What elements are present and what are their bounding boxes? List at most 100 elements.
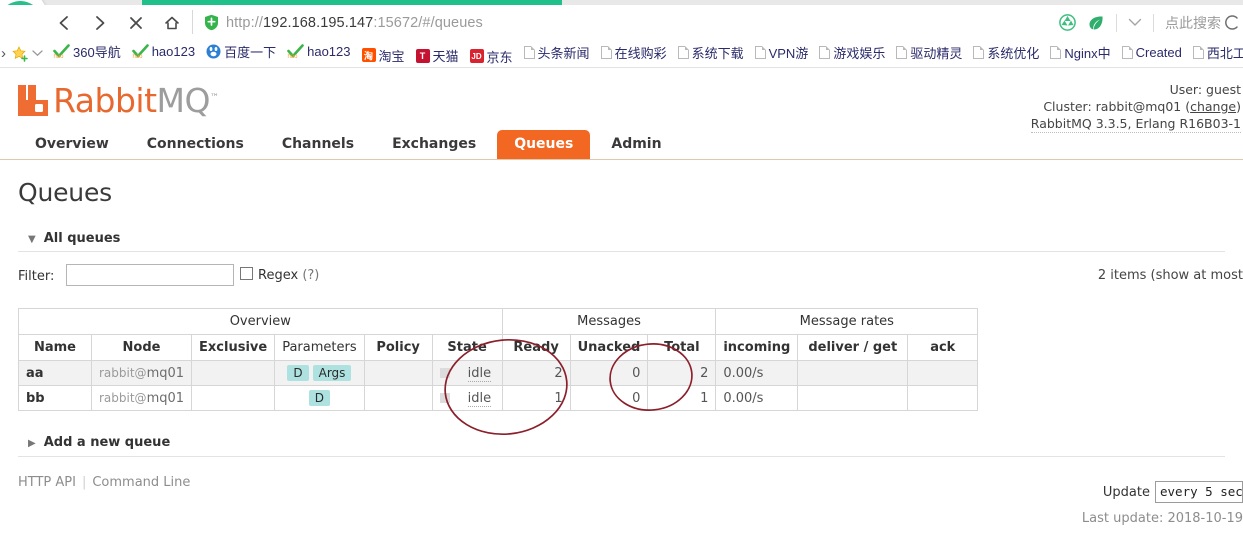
bookmark-item[interactable]: VPN游 [754, 43, 808, 62]
footer-separator: | [81, 475, 87, 490]
bookmark-label: 360导航 [73, 44, 121, 60]
column-header-name[interactable]: Name [18, 334, 92, 361]
add-bookmark-star-icon[interactable] [12, 45, 28, 62]
queue-parameters-cell: D [274, 385, 365, 411]
tab-overview[interactable]: Overview [18, 130, 126, 159]
screenshot-shutter-icon[interactable] [1059, 14, 1076, 31]
column-header-incoming[interactable]: incoming [715, 334, 799, 361]
table-row[interactable]: aa rabbit@mq01 D Args idle 2 0 2 0.00/s [18, 360, 979, 386]
search-go-icon[interactable] [1221, 14, 1243, 31]
bookmark-item[interactable]: 系统优化 [973, 43, 1039, 62]
bookmark-item[interactable]: hao hao123 [131, 44, 195, 59]
back-arrow-icon[interactable] [50, 9, 78, 37]
column-header-exclusive[interactable]: Exclusive [191, 334, 276, 361]
regex-help-icon[interactable]: (?) [302, 268, 319, 283]
queue-ack-cell [907, 360, 979, 386]
bookmark-item[interactable]: 百度一下 [206, 42, 276, 61]
parameter-badge[interactable]: D [308, 390, 331, 406]
change-cluster-link[interactable]: change [1190, 99, 1236, 114]
column-header-deliver-get[interactable]: deliver / get [797, 334, 909, 361]
column-header-parameters[interactable]: Parameters [274, 334, 365, 361]
state-text: idle [467, 390, 492, 407]
doc-icon [677, 45, 689, 59]
green-leaf-icon[interactable] [1087, 14, 1105, 32]
cluster-line: Cluster: rabbit@mq01 (change) [1031, 98, 1241, 115]
add-new-queue-section[interactable]: ▶ Add a new queue [18, 431, 1225, 457]
chevron-down-icon[interactable] [1128, 16, 1142, 30]
overflow-arrow-icon[interactable]: › [1, 45, 6, 62]
queues-table-body: aa rabbit@mq01 D Args idle 2 0 2 0.00/s bb rabbit@… [18, 360, 979, 411]
queue-name-link[interactable]: aa [26, 366, 44, 381]
bookmark-item[interactable]: 头条新闻 [523, 43, 590, 62]
browser-chrome: http://192.168.195.147:15672/#/queues 点此… [0, 0, 1243, 68]
bookmark-item[interactable]: 淘淘宝 [361, 46, 405, 65]
bookmark-item[interactable]: 在线购彩 [600, 43, 667, 62]
doc-icon [523, 45, 535, 59]
forward-arrow-icon[interactable] [86, 9, 114, 37]
queue-ack-cell [907, 385, 979, 411]
bookmark-item[interactable]: 驱动精灵 [896, 43, 962, 62]
bookmark-item[interactable]: Created [1121, 45, 1182, 60]
column-header-policy[interactable]: Policy [363, 334, 433, 361]
home-icon[interactable] [158, 9, 186, 37]
update-interval-select[interactable]: every 5 sec [1155, 481, 1243, 503]
cluster-paren-open: ( [1181, 99, 1191, 114]
url-host: 192.168.195.147 [262, 14, 374, 31]
queue-name-cell: bb [18, 385, 92, 411]
parameter-badge[interactable]: Args [312, 365, 352, 381]
http-api-link[interactable]: HTTP API [18, 475, 76, 490]
address-bar[interactable]: http://192.168.195.147:15672/#/queues [204, 5, 824, 40]
queue-total-cell: 2 [647, 360, 717, 386]
rabbitmq-management-page: RabbitMQ™ User: guest Cluster: rabbit@mq… [0, 68, 1243, 533]
all-queues-section-header[interactable]: ▼ All queues [18, 227, 1225, 252]
browser-search-input[interactable]: 点此搜索 [1165, 13, 1221, 33]
column-header-node[interactable]: Node [90, 334, 193, 361]
regex-text: Regex [258, 268, 299, 283]
command-line-link[interactable]: Command Line [92, 475, 190, 490]
bookmark-list: hao 360导航 hao hao123 百度一下 hao hao123 淘淘宝 T 天猫 JD 京东… [53, 42, 1243, 66]
bookmark-item[interactable]: JD 京东 [469, 47, 513, 66]
tab-channels[interactable]: Channels [265, 130, 371, 159]
column-header-total[interactable]: Total [647, 334, 717, 361]
chevron-right-icon[interactable]: ▶ [28, 438, 36, 449]
bookmark-item[interactable]: 西北工业 [1192, 43, 1243, 62]
doc-icon [1121, 45, 1133, 59]
node-id: mq01 [146, 365, 185, 381]
bookmark-label: hao123 [307, 43, 351, 59]
cluster-name: rabbit@mq01 [1095, 99, 1182, 114]
tab-connections[interactable]: Connections [130, 130, 261, 159]
bookmarks-bar: › hao 360导航 hao hao123 百度一下 hao hao123 淘淘宝 T 天猫 JD… [0, 40, 1243, 68]
chevron-down-icon[interactable]: ▼ [28, 234, 36, 245]
bookmark-label: 天猫 [432, 49, 459, 64]
bookmark-item[interactable]: hao hao123 [287, 43, 351, 59]
filter-input[interactable] [66, 264, 234, 286]
column-header-ack[interactable]: ack [907, 334, 979, 361]
parameter-badge[interactable]: D [287, 365, 309, 381]
column-header-state[interactable]: State [431, 334, 503, 361]
bookmark-item[interactable]: Nginx中 [1050, 43, 1111, 62]
table-row[interactable]: bb rabbit@mq01 Didle 1 0 1 0.00/s [18, 385, 979, 411]
bookmark-item[interactable]: 系统下载 [677, 43, 744, 62]
bookmark-label: 游戏娱乐 [833, 45, 886, 61]
chevron-down-icon[interactable] [32, 48, 43, 60]
tab-queues[interactable]: Queues [497, 130, 591, 159]
node-id: mq01 [146, 390, 185, 406]
bookmark-label: 系统优化 [987, 45, 1040, 61]
regex-checkbox[interactable] [240, 267, 253, 280]
cluster-prefix: Cluster: [1043, 99, 1096, 114]
queue-state-cell: idle [431, 360, 503, 386]
queue-name-link[interactable]: bb [26, 391, 45, 406]
bookmark-item[interactable]: T 天猫 [415, 46, 459, 65]
rabbitmq-logo[interactable]: RabbitMQ™ [18, 81, 219, 120]
column-header-unacked[interactable]: Unacked [569, 334, 649, 361]
bookmark-item[interactable]: hao 360导航 [53, 42, 121, 61]
close-x-icon[interactable] [122, 9, 150, 37]
doc-icon [819, 45, 831, 59]
bookmark-item[interactable]: 游戏娱乐 [819, 43, 885, 62]
column-header-ready[interactable]: Ready [501, 334, 571, 361]
bookmark-label: 淘宝 [378, 48, 405, 64]
logo-tm-text: ™ [209, 93, 219, 103]
tab-exchanges[interactable]: Exchanges [375, 130, 493, 159]
bookmark-label: 头条新闻 [537, 45, 590, 61]
tab-admin[interactable]: Admin [594, 130, 678, 159]
